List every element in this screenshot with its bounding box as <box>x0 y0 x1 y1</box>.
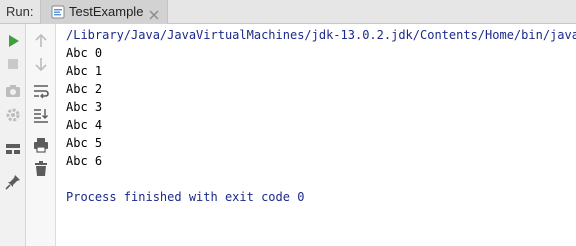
console-output-line: Abc 1 <box>66 64 103 78</box>
run-left-toolbar <box>0 24 26 246</box>
tab-title: TestExample <box>69 4 144 19</box>
layout-icon[interactable] <box>4 140 22 158</box>
rerun-icon[interactable] <box>4 32 22 50</box>
print-icon[interactable] <box>32 136 50 154</box>
console-output-line: Abc 6 <box>66 154 103 168</box>
stop-icon[interactable] <box>4 55 22 73</box>
console-output-line: Abc 4 <box>66 118 103 132</box>
clear-all-icon[interactable] <box>32 160 50 178</box>
console-output-line: Abc 0 <box>66 46 103 60</box>
close-icon[interactable] <box>149 7 159 20</box>
console-command-line: /Library/Java/JavaVirtualMachines/jdk-13… <box>66 28 576 42</box>
console-toolbar <box>26 24 56 246</box>
scroll-up-icon[interactable] <box>32 32 50 50</box>
scroll-to-end-icon[interactable] <box>32 106 50 124</box>
run-config-icon <box>51 5 65 19</box>
run-label: Run: <box>6 4 34 19</box>
console-output-line: Abc 2 <box>66 82 103 96</box>
tab-test-example[interactable]: TestExample <box>40 0 168 24</box>
process-exit-message: Process finished with exit code 0 <box>66 190 305 204</box>
camera-icon[interactable] <box>4 82 22 100</box>
console-output-line: Abc 5 <box>66 136 103 150</box>
console-output-line: Abc 3 <box>66 100 103 114</box>
settings-icon[interactable] <box>4 106 22 124</box>
run-panel-header: Run: TestExample <box>0 0 576 24</box>
pin-icon[interactable] <box>4 173 22 191</box>
scroll-down-icon[interactable] <box>32 55 50 73</box>
console-output[interactable]: /Library/Java/JavaVirtualMachines/jdk-13… <box>56 24 576 246</box>
soft-wrap-icon[interactable] <box>32 82 50 100</box>
